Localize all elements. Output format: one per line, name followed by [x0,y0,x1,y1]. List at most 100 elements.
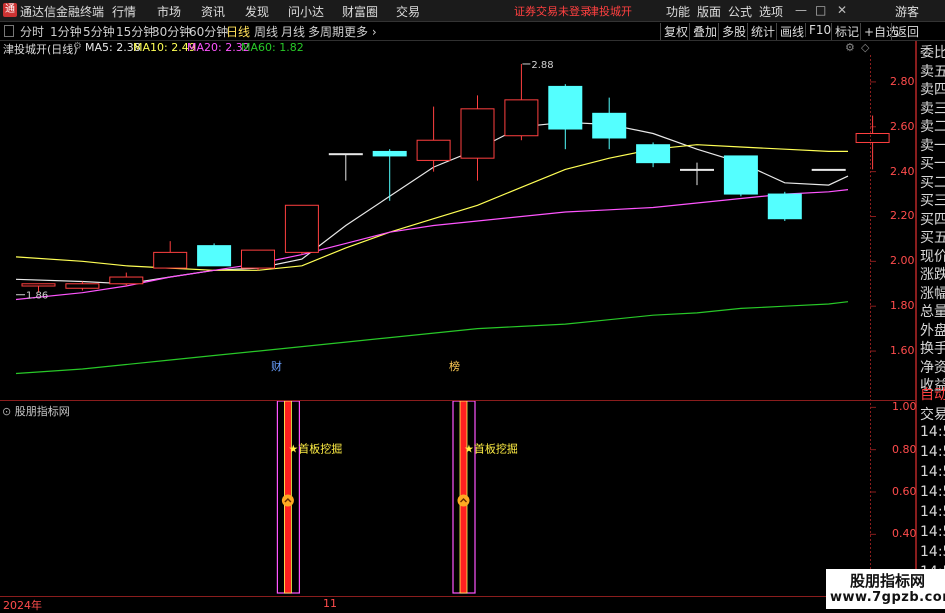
tab-period-5min[interactable]: 5分钟 [83,23,115,40]
tab-period-15min[interactable]: 15分钟 [116,23,155,40]
app-logo-icon: 通 [3,3,17,17]
minimize-icon[interactable]: — [795,3,807,17]
indicator-tick-label: 0.40 [892,527,917,541]
menu-item-faxian[interactable]: 发现 [245,3,269,20]
trade-login-alert[interactable]: 证券交易未登录 [514,3,591,19]
watermark-line2: www.7gpzb.com [830,590,945,605]
candle-body [328,153,363,156]
auto-trade-item[interactable]: 交易 [920,404,945,424]
price-tick-label: 2.40 [890,164,915,178]
quote-item: 涨幅 [920,285,945,302]
tongji-button[interactable]: 统计 [747,23,778,40]
candle [767,191,802,221]
auto-trade-item[interactable]: 自动 [920,384,945,404]
candle [504,63,539,141]
diejia-button[interactable]: 叠加 [689,23,720,40]
indicator-signals: ★首板挖掘 ★首板挖掘 [276,400,518,594]
tab-period-60min[interactable]: 60分钟 [189,23,228,40]
candle-body [153,251,188,269]
price-tick-label: 2.20 [890,209,915,223]
signal-label: ★首板挖掘 [464,442,518,456]
user-guest[interactable]: 游客 [895,3,919,20]
candle [855,115,890,170]
price-tick-label: 1.60 [890,344,915,358]
tick-time-item: 14:5 [920,484,945,500]
biaoji-button[interactable]: 标记 [831,23,862,40]
tick-time-item: 14:5 [920,504,945,520]
candle-body [109,276,144,285]
tab-period-30min[interactable]: 30分钟 [152,23,191,40]
candle [109,272,144,287]
candle [636,142,671,168]
tab-period-fenshi[interactable]: 分时 [20,23,44,40]
maximize-icon[interactable]: □ [815,3,826,17]
signal-dot-icon [281,494,294,507]
tab-period-more[interactable]: 更多 › [344,23,377,40]
quote-item: 现价 [920,248,945,265]
tab-period-weekly[interactable]: 周线 [254,23,278,40]
huaxian-button[interactable]: 画线 [776,23,807,40]
tick-time-item: 14:5 [920,544,945,560]
tick-time-item: 14:5 [920,424,945,440]
close-icon[interactable]: ✕ [837,3,847,17]
price-tick-label: 2.00 [890,254,915,268]
menu-item-shichang[interactable]: 市场 [157,3,181,20]
quote-item: 买三 [920,193,945,209]
tick-time-item: 14:5 [920,524,945,540]
quote-item: 卖一 [920,137,945,154]
menu-item-gongneng[interactable]: 功能 [666,3,690,20]
tick-time-item: 14:5 [920,444,945,460]
candle [153,241,188,269]
candle-body [284,204,319,253]
menu-item-wenxiaoda[interactable]: 问小达 [288,3,324,20]
toolbar-menu-icon[interactable] [4,25,14,37]
event-markers: 财 榜 [271,359,460,373]
candle-body [811,168,846,171]
quote-side-panel: 委比 卖五 卖四 卖三 卖二 卖一 买一 买二 买三 买四 买五 现价 涨跌 涨幅 总量 外盘 换手 净资 收益 自动… [916,41,945,609]
marker-cai[interactable]: 财 [271,359,282,373]
duogu-button[interactable]: 多股 [718,23,749,40]
price-annotations: 2.88 1.86 [16,60,554,302]
tab-period-multi[interactable]: 多周期 [308,23,344,40]
tab-period-monthly[interactable]: 月线 [281,23,305,40]
price-tick-label: 1.80 [890,299,915,313]
menu-item-gongshi[interactable]: 公式 [728,3,752,20]
quote-item: 买五 [920,230,945,246]
price-tick-label: 2.80 [890,74,915,88]
back-button[interactable]: 返回 [891,23,922,40]
panel-divider[interactable] [0,400,916,401]
marker-bang[interactable]: 榜 [449,359,460,373]
f10-button[interactable]: F10 [805,23,834,37]
indicator-tick-label: 0.80 [892,442,917,456]
candle [372,149,407,201]
stock-name-label: 津投城开 [588,5,632,18]
menu-item-xuanxiang[interactable]: 选项 [759,3,783,20]
candle [460,95,495,181]
menu-item-caifuquan[interactable]: 财富圈 [342,3,378,20]
quote-item: 总量 [920,304,945,320]
indicator-tick-label: 1.00 [892,400,917,414]
candle-body [65,283,100,289]
fuquan-button[interactable]: 复权 [660,23,691,40]
price-tick-label: 2.60 [890,119,915,133]
date-axis: 2024年 11 [0,596,916,612]
tab-period-1min[interactable]: 1分钟 [50,23,82,40]
date-year-label: 2024年 [3,599,42,612]
menu-item-hangqing[interactable]: 行情 [112,3,136,20]
menu-item-zixun[interactable]: 资讯 [201,3,225,20]
date-month-label: 11 [323,597,337,610]
quote-item: 卖五 [920,63,945,80]
candle-body [21,283,56,287]
candle [548,84,583,150]
indicator-title-text: 股朋指标网 [14,405,70,418]
candle [592,97,627,150]
tab-period-daily[interactable]: 日线 [226,23,250,40]
quote-item: 卖二 [920,119,945,135]
menu-item-jiaoyi[interactable]: 交易 [396,3,420,20]
menu-item-banmian[interactable]: 版面 [697,3,721,20]
quote-item: 卖四 [920,82,945,98]
more-label: 更多 [344,25,369,39]
quote-item: 外盘 [920,322,945,339]
indicator-expand-icon[interactable]: ⊙ [2,405,15,418]
candles [21,63,890,293]
